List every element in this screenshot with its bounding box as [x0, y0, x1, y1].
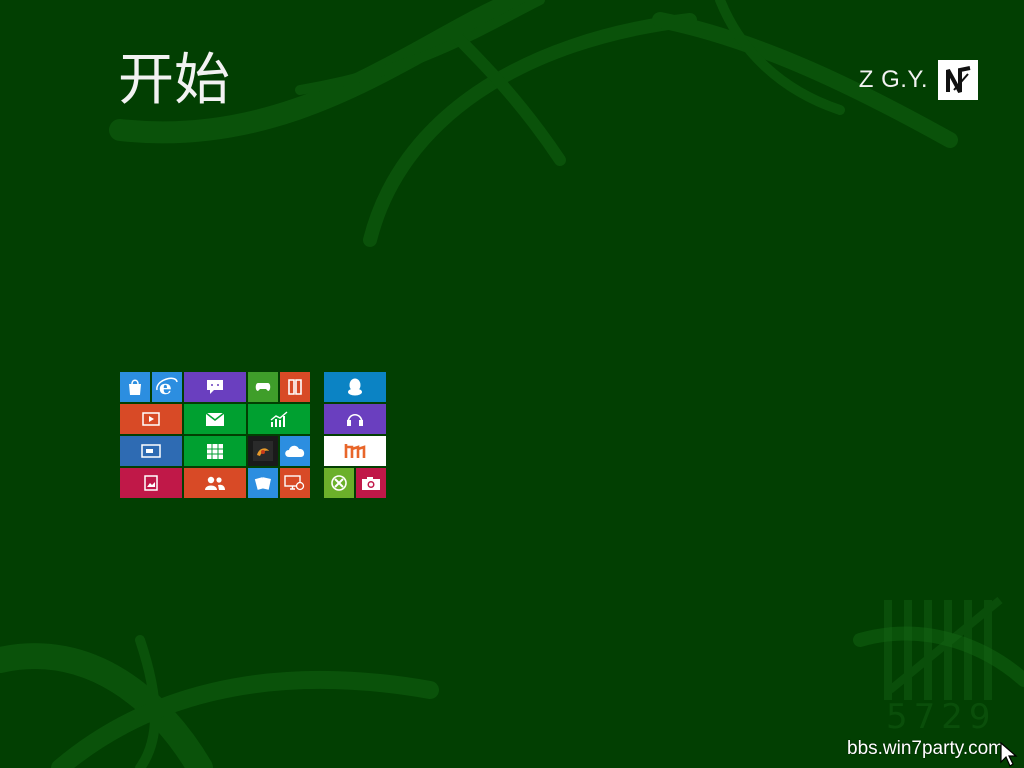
- user-account-area[interactable]: Z G.Y.: [859, 60, 978, 100]
- people-tile[interactable]: [184, 468, 246, 498]
- video-play-icon: [142, 412, 160, 426]
- finance-chart-icon: [270, 411, 288, 427]
- internet-explorer-icon: e: [156, 376, 178, 398]
- mail-envelope-icon: [206, 412, 224, 426]
- video-tile[interactable]: [120, 404, 182, 434]
- solitaire-tile[interactable]: [248, 468, 278, 498]
- camera-tile[interactable]: [356, 468, 386, 498]
- messaging-tile[interactable]: [184, 372, 246, 402]
- playing-cards-icon: [254, 477, 271, 490]
- desktop-tile[interactable]: [280, 468, 310, 498]
- games-tile[interactable]: [248, 372, 278, 402]
- camera-icon: [362, 476, 380, 490]
- start-screen-title: 开始: [118, 48, 230, 113]
- chat-bubble-icon: [207, 380, 223, 394]
- remote-desktop-icon: [141, 443, 161, 458]
- document-reader-icon: [288, 379, 302, 395]
- store-tile[interactable]: [120, 372, 150, 402]
- internet-explorer-tile[interactable]: e: [152, 372, 182, 402]
- remote-desktop-tile[interactable]: [120, 436, 182, 466]
- app-logo-icon: [253, 441, 273, 461]
- app-tile[interactable]: [248, 436, 278, 466]
- finance-tile[interactable]: [248, 404, 310, 434]
- footer-watermark-text: bbs.win7party.com: [847, 738, 1004, 759]
- desktop-settings-icon: [284, 475, 305, 491]
- photos-tile[interactable]: [120, 468, 182, 498]
- shopping-bag-icon: [129, 379, 141, 395]
- qq-tile[interactable]: [324, 372, 386, 402]
- people-icon: [205, 476, 225, 490]
- maxthon-m-icon: [344, 444, 366, 458]
- user-name-label: Z G.Y.: [858, 66, 928, 93]
- music-tile[interactable]: [324, 404, 386, 434]
- calendar-tile[interactable]: [184, 436, 246, 466]
- mouse-pointer-icon: [1000, 742, 1018, 767]
- xbox-tile[interactable]: [324, 468, 354, 498]
- headphones-icon: [347, 413, 363, 426]
- gamepad-icon: [255, 383, 271, 391]
- xbox-icon: [331, 475, 347, 491]
- zigzag-logo-avatar-icon[interactable]: [938, 60, 978, 100]
- photo-frame-icon: [144, 475, 158, 491]
- penguin-icon: [348, 378, 362, 396]
- reader-tile[interactable]: [280, 372, 310, 402]
- cloud-icon: [285, 445, 305, 457]
- mail-tile[interactable]: [184, 404, 246, 434]
- bottom-right-watermark-logo: 5729: [884, 596, 1003, 737]
- skydrive-tile[interactable]: [280, 436, 310, 466]
- maxthon-tile[interactable]: [324, 436, 386, 466]
- calendar-grid-icon: [207, 443, 223, 459]
- svg-text:5729: 5729: [886, 697, 997, 737]
